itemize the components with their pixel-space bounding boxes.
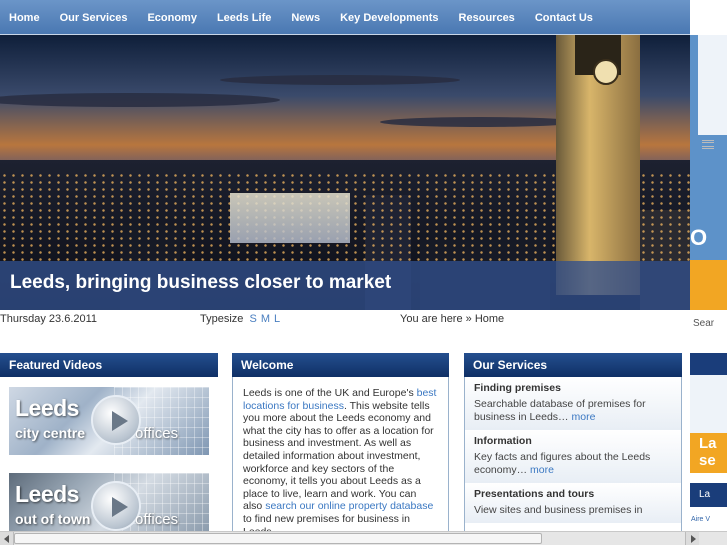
typesize-label: Typesize	[200, 313, 244, 325]
featured-videos-column: Featured Videos Leeds city centre office…	[0, 353, 218, 541]
play-button-icon[interactable]	[91, 481, 141, 531]
our-services-heading: Our Services	[464, 353, 682, 377]
play-button-icon[interactable]	[91, 395, 141, 445]
info-bar: Thursday 23.6.2011 Typesize SML You are …	[0, 310, 690, 330]
lit-office-building	[230, 193, 350, 243]
scroll-right-arrow-icon[interactable]	[685, 532, 699, 545]
scrollbar-thumb[interactable]	[14, 533, 542, 544]
video-subtitle: out of town	[15, 511, 91, 527]
page: Home Our Services Economy Leeds Life New…	[0, 0, 727, 545]
nav-item-home[interactable]: Home	[9, 12, 40, 24]
typesize-control: Typesize SML	[200, 313, 281, 325]
grip-icon	[702, 146, 714, 149]
welcome-column: Welcome Leeds is one of the UK and Europ…	[232, 353, 449, 545]
featured-videos-heading: Featured Videos	[0, 353, 218, 377]
hero-tagline: Leeds, bringing business closer to marke…	[10, 272, 392, 293]
right-strip-top	[690, 0, 727, 35]
more-link[interactable]: more	[530, 464, 554, 476]
right-banner-orange: C	[690, 260, 727, 545]
service-desc: Key facts and figures about the Leeds ec…	[474, 451, 651, 476]
video-thumbnail-city-centre[interactable]: Leeds city centre offices	[9, 387, 209, 455]
our-services-column: Our Services Finding premises Searchable…	[464, 353, 682, 545]
clock-face-icon	[593, 59, 619, 85]
video-subtitle: city centre	[15, 425, 86, 441]
cloud-shape	[220, 75, 460, 85]
breadcrumb: You are here » Home	[400, 313, 505, 325]
right-banner-letter: O	[690, 225, 708, 250]
more-link[interactable]: more	[571, 411, 595, 423]
right-sidebar-partial: O C Sear La se La Aire V	[690, 0, 727, 545]
typesize-medium-link[interactable]: M	[261, 313, 271, 325]
right-panel	[690, 353, 727, 433]
nav-item-leeds-life[interactable]: Leeds Life	[217, 12, 271, 24]
nav-item-economy[interactable]: Economy	[147, 12, 197, 24]
grip-icon	[702, 140, 714, 143]
nav-item-our-services[interactable]: Our Services	[60, 12, 128, 24]
horizontal-scrollbar[interactable]	[0, 531, 727, 545]
service-title[interactable]: Finding premises	[474, 382, 672, 395]
cloud-shape	[0, 93, 280, 107]
nav-item-contact-us[interactable]: Contact Us	[535, 12, 593, 24]
service-item-information: Information Key facts and figures about …	[465, 430, 681, 483]
right-promo-navy[interactable]: La	[690, 483, 727, 507]
hero-banner: Leeds, bringing business closer to marke…	[0, 35, 690, 310]
welcome-body: Leeds is one of the UK and Europe's best…	[233, 377, 448, 538]
property-database-link[interactable]: search our online property database	[265, 500, 433, 512]
welcome-text-part: . This website tells you more about the …	[243, 399, 434, 513]
service-item-finding-premises: Finding premises Searchable database of …	[465, 377, 681, 430]
video-tag: offices	[135, 511, 179, 528]
service-desc: Searchable database of premises for busi…	[474, 398, 646, 423]
nav-item-resources[interactable]: Resources	[459, 12, 515, 24]
search-label-partial: Sear	[693, 318, 715, 329]
video-tag: offices	[135, 425, 179, 442]
scroll-left-arrow-icon[interactable]	[0, 532, 14, 545]
nav-item-news[interactable]: News	[291, 12, 320, 24]
tagline-bar: Leeds, bringing business closer to marke…	[0, 261, 690, 310]
service-item-presentations: Presentations and tours View sites and b…	[465, 483, 681, 523]
right-promo-orange[interactable]: La se	[690, 433, 727, 473]
video-title: Leeds	[15, 395, 79, 421]
service-desc: View sites and business premises in	[474, 504, 643, 516]
video-title: Leeds	[15, 481, 79, 507]
cloud-shape	[380, 117, 580, 127]
current-date: Thursday 23.6.2011	[0, 313, 98, 325]
typesize-small-link[interactable]: S	[249, 313, 257, 325]
right-small-link[interactable]: Aire V	[691, 516, 710, 523]
service-title[interactable]: Information	[474, 435, 672, 448]
nav-item-key-developments[interactable]: Key Developments	[340, 12, 438, 24]
right-banner-panel	[698, 35, 727, 135]
main-nav: Home Our Services Economy Leeds Life New…	[0, 0, 690, 35]
welcome-text-part: Leeds is one of the UK and Europe's	[243, 387, 417, 399]
typesize-large-link[interactable]: L	[274, 313, 281, 325]
welcome-heading: Welcome	[232, 353, 449, 377]
service-title[interactable]: Presentations and tours	[474, 488, 672, 501]
